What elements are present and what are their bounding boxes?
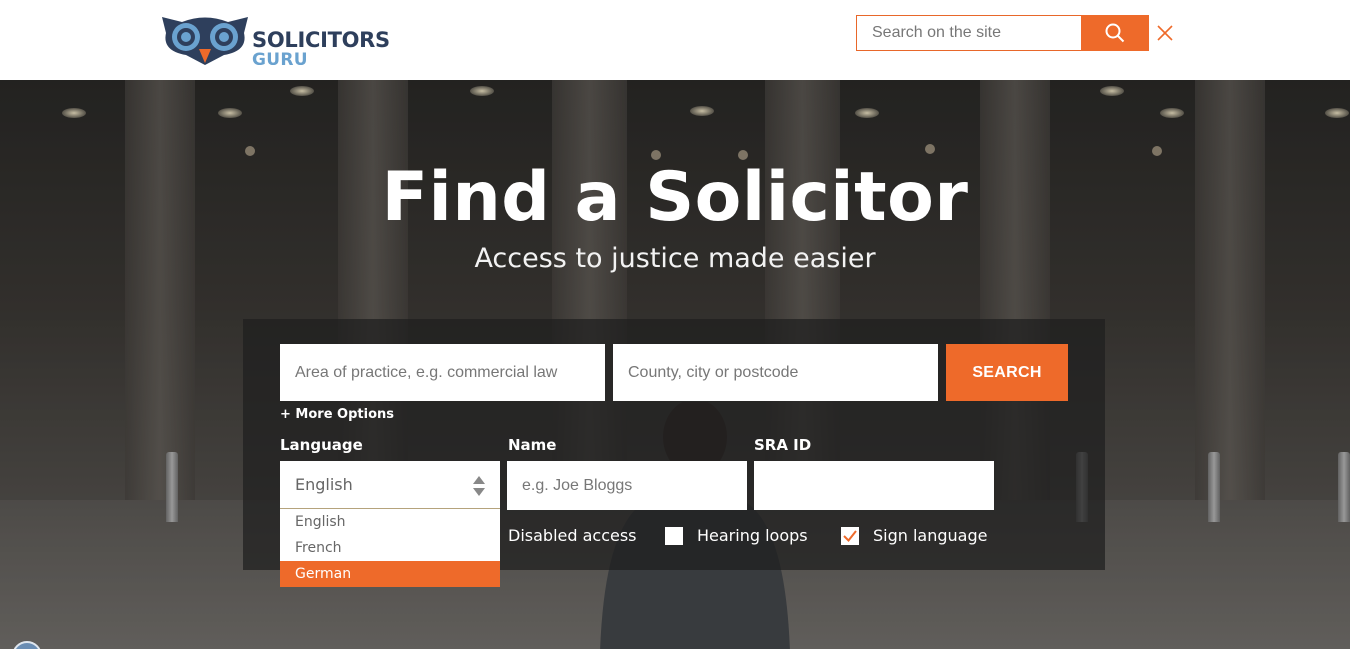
disabled-access-label[interactable]: Disabled access (508, 526, 637, 545)
checkmark-icon (843, 530, 857, 543)
practice-area-input[interactable] (280, 344, 605, 401)
more-options-link[interactable]: + More Options (280, 407, 394, 422)
logo-text-primary: SOLICITORS (252, 28, 390, 52)
logo-text-secondary: GURU (252, 50, 308, 70)
site-search (856, 15, 1149, 51)
name-input[interactable] (507, 461, 747, 510)
location-input[interactable] (613, 344, 938, 401)
close-icon (1157, 25, 1173, 41)
owl-logo-icon (162, 17, 248, 65)
close-search-button[interactable] (1156, 24, 1174, 42)
page-title: Find a Solicitor (381, 158, 969, 237)
language-option-french[interactable]: French (280, 535, 500, 561)
language-dropdown-list: English French German (280, 509, 500, 587)
page-subtitle: Access to justice made easier (474, 243, 876, 274)
site-header: SOLICITORS GURU (0, 0, 1350, 80)
language-option-german[interactable]: German (280, 561, 500, 587)
sign-language-checkbox[interactable] (841, 527, 859, 545)
language-select-value: English (295, 475, 353, 494)
language-select[interactable]: English (280, 461, 500, 509)
hearing-loops-checkbox[interactable] (665, 527, 683, 545)
search-icon (1105, 23, 1125, 43)
name-label: Name (508, 436, 557, 454)
sra-id-label: SRA ID (754, 436, 812, 454)
hearing-loops-label[interactable]: Hearing loops (697, 526, 808, 545)
site-search-button[interactable] (1081, 15, 1149, 51)
solicitors-guru-logo[interactable]: SOLICITORS GURU (160, 13, 390, 70)
sra-id-input[interactable] (754, 461, 994, 510)
search-button[interactable]: SEARCH (946, 344, 1068, 401)
language-label: Language (280, 436, 363, 454)
sign-language-label[interactable]: Sign language (873, 526, 987, 545)
site-search-input[interactable] (857, 16, 1081, 50)
language-option-english[interactable]: English (280, 509, 500, 535)
select-arrows-icon (473, 476, 485, 496)
